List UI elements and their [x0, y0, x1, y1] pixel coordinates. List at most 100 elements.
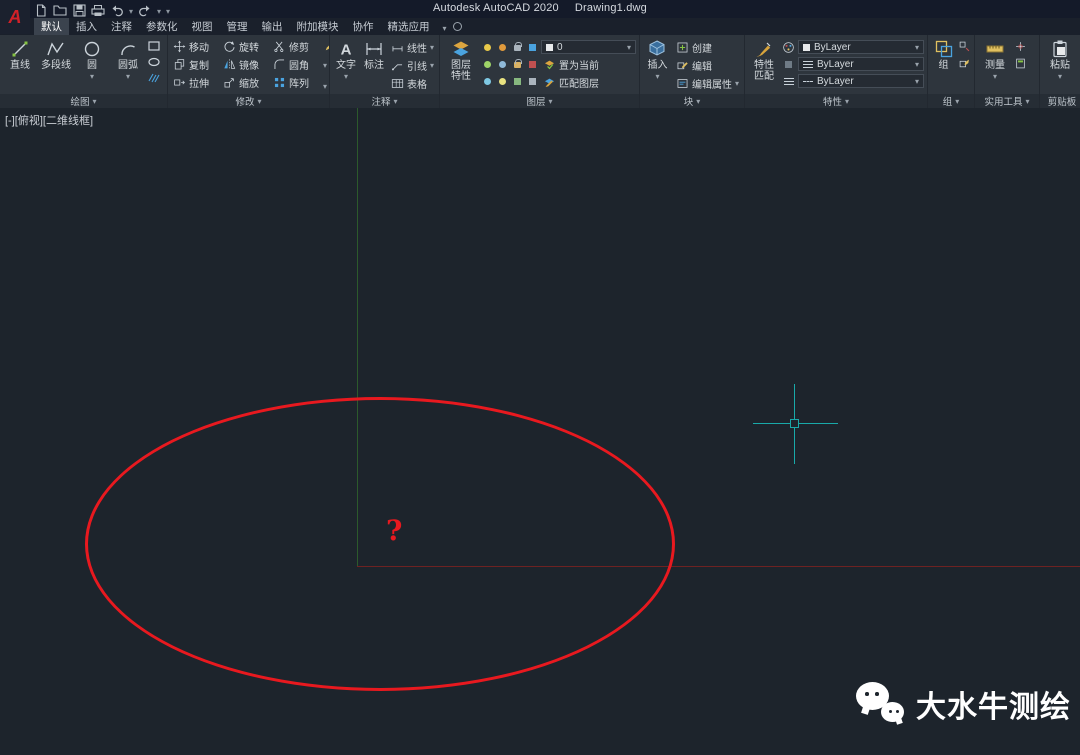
groups-panel-label[interactable]: 组 — [928, 94, 974, 108]
match-layer-button[interactable]: 匹配图层 — [541, 75, 636, 90]
create-block-icon — [676, 41, 689, 54]
group-edit-icon[interactable] — [958, 57, 971, 70]
layer-lock-icon[interactable] — [511, 41, 524, 54]
edit-attributes-button[interactable]: 编辑属性 — [674, 74, 741, 92]
panel-draw: 直线 多段线 圆 圆弧 — [0, 35, 168, 108]
redo-button[interactable] — [138, 3, 152, 17]
leader-button[interactable]: 引线 — [389, 56, 436, 74]
draw-panel-label[interactable]: 绘图 — [0, 94, 167, 108]
save-button[interactable] — [72, 3, 86, 17]
tab-collaborate[interactable]: 协作 — [346, 18, 381, 35]
move-icon — [173, 40, 186, 53]
mirror-button[interactable]: 镜像 — [221, 55, 271, 73]
polyline-button[interactable]: 多段线 — [39, 37, 73, 94]
list-icon[interactable] — [782, 75, 795, 88]
lineweight-dropdown[interactable]: ByLayer — [798, 57, 924, 71]
layer-on-icon[interactable] — [496, 75, 509, 88]
panel-annotation: A 文字 标注 线性 引线 — [330, 35, 440, 108]
layer-delete-icon[interactable] — [526, 75, 539, 88]
ungroup-icon[interactable] — [958, 40, 971, 53]
layer-unisolate-icon[interactable] — [496, 58, 509, 71]
redo-dropdown-caret-icon[interactable] — [157, 1, 161, 19]
table-button[interactable]: 表格 — [389, 74, 436, 92]
layer-isolate-icon[interactable] — [481, 58, 494, 71]
fillet-button[interactable]: 圆角 — [271, 55, 321, 73]
tab-annotate[interactable]: 注释 — [104, 18, 139, 35]
new-file-button[interactable] — [34, 3, 48, 17]
modify-extra2-caret-icon[interactable] — [323, 76, 329, 94]
modify-panel-label[interactable]: 修改 — [168, 94, 329, 108]
current-layer-color-icon — [546, 44, 553, 51]
tab-output[interactable]: 输出 — [255, 18, 290, 35]
array-button[interactable]: 阵列 — [271, 73, 321, 91]
layer-off-bulb-icon[interactable] — [481, 41, 494, 54]
layer-freeze-sun-icon[interactable] — [496, 41, 509, 54]
layer-properties-button[interactable]: 图层特性 — [443, 37, 479, 94]
quick-calc-icon[interactable] — [1014, 57, 1027, 70]
viewport-controls[interactable]: [-][俯视][二维线框] — [5, 112, 93, 128]
layers-panel-label[interactable]: 图层 — [440, 94, 639, 108]
tab-insert[interactable]: 插入 — [69, 18, 104, 35]
block-panel-label[interactable]: 块 — [640, 94, 744, 108]
clipboard-panel-label[interactable]: 剪贴板 — [1040, 94, 1080, 108]
line-button[interactable]: 直线 — [3, 37, 37, 94]
layer-unlock-icon[interactable] — [511, 58, 524, 71]
ribbon-options-icon[interactable] — [453, 22, 462, 31]
dimension-button[interactable]: 标注 — [361, 37, 387, 94]
hatch-tool-icon[interactable] — [147, 71, 160, 84]
trim-button[interactable]: 修剪 — [271, 37, 321, 55]
layer-thaw-icon[interactable] — [481, 75, 494, 88]
paste-button[interactable]: 粘贴 — [1043, 37, 1077, 94]
tab-view[interactable]: 视图 — [185, 18, 220, 35]
layer-merge-icon[interactable] — [511, 75, 524, 88]
drawing-area[interactable]: [-][俯视][二维线框] ? 大水牛测绘 — [0, 108, 1080, 755]
undo-button[interactable] — [110, 3, 124, 17]
object-color-dropdown[interactable]: ByLayer — [798, 40, 924, 54]
tab-featured-apps[interactable]: 精选应用 — [381, 18, 437, 35]
autocad-logo-icon[interactable]: A — [0, 0, 30, 34]
linetype-dropdown[interactable]: ByLayer — [798, 74, 924, 88]
linear-dim-button[interactable]: 线性 — [389, 38, 436, 56]
rotate-button[interactable]: 旋转 — [221, 37, 271, 55]
properties-panel-label[interactable]: 特性 — [745, 94, 927, 108]
scale-button[interactable]: 缩放 — [221, 73, 271, 91]
layer-dropdown[interactable]: 0 — [541, 40, 636, 54]
modify-extra-caret-icon[interactable] — [323, 55, 329, 73]
tab-manage[interactable]: 管理 — [220, 18, 255, 35]
rectangle-tool-icon[interactable] — [147, 39, 160, 52]
group-button[interactable]: 组 — [931, 37, 956, 94]
insert-block-button[interactable]: 插入 — [643, 37, 672, 94]
layer-walk-icon[interactable] — [526, 58, 539, 71]
text-button[interactable]: A 文字 — [333, 37, 359, 94]
undo-dropdown-caret-icon[interactable] — [129, 1, 133, 19]
erase-pen-icon[interactable] — [323, 39, 329, 52]
open-file-button[interactable] — [53, 3, 67, 17]
plot-button[interactable] — [91, 3, 105, 17]
ribbon-collapse-caret-icon[interactable] — [443, 18, 447, 36]
make-current-button[interactable]: 置为当前 — [541, 57, 636, 72]
edit-block-button[interactable]: 编辑 — [674, 56, 741, 74]
stretch-button[interactable]: 拉伸 — [171, 73, 221, 91]
arc-button[interactable]: 圆弧 — [111, 37, 145, 94]
tab-addins[interactable]: 附加模块 — [290, 18, 346, 35]
palette-icon[interactable] — [782, 41, 795, 54]
qat-customize-caret-icon[interactable] — [166, 1, 170, 19]
annotation-panel-label[interactable]: 注释 — [330, 94, 439, 108]
copy-button[interactable]: 复制 — [171, 55, 221, 73]
create-block-button[interactable]: 创建 — [674, 38, 741, 56]
tab-parametric[interactable]: 参数化 — [139, 18, 185, 35]
tab-default[interactable]: 默认 — [34, 18, 69, 35]
ellipse-tool-icon[interactable] — [147, 55, 160, 68]
measure-button[interactable]: 测量 — [978, 37, 1012, 94]
circle-button[interactable]: 圆 — [75, 37, 109, 94]
wechat-logo-icon — [856, 682, 906, 726]
undo-arrow-icon — [110, 4, 124, 17]
layer-color-swatch-icon[interactable] — [526, 41, 539, 54]
utilities-panel-label[interactable]: 实用工具 — [975, 94, 1039, 108]
move-button[interactable]: 移动 — [171, 37, 221, 55]
new-file-icon — [35, 4, 47, 17]
id-point-icon[interactable] — [1014, 40, 1027, 53]
red-ellipse-entity[interactable] — [85, 397, 675, 691]
transparency-icon[interactable] — [782, 58, 795, 71]
match-properties-button[interactable]: 特性匹配 — [748, 37, 780, 94]
